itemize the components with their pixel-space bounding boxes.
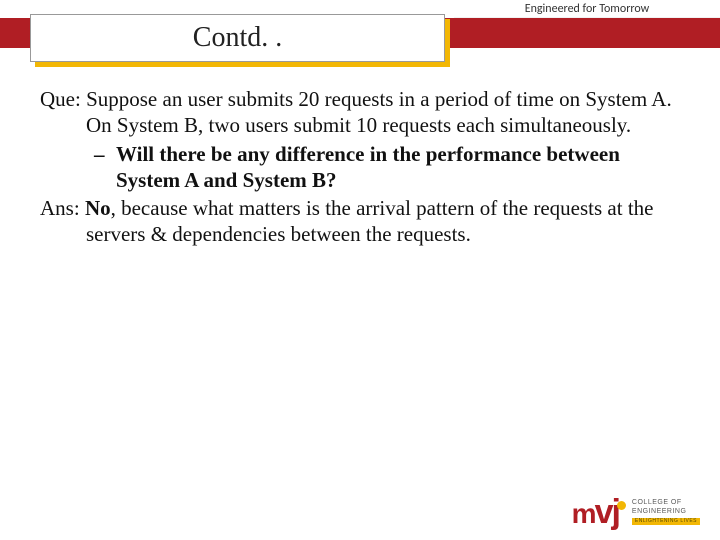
title-tab: Contd. . [30,14,445,62]
question-text: Suppose an user submits 20 requests in a… [86,87,672,137]
answer-block: Ans: No, because what matters is the arr… [40,195,680,248]
question-block: Que: Suppose an user submits 20 requests… [40,86,680,139]
page-title: Contd. . [193,22,282,54]
slide-content: Que: Suppose an user submits 20 requests… [40,86,680,248]
answer-text: , because what matters is the arrival pa… [86,196,653,246]
question-label: Que: [40,87,81,111]
logo-letters-vj: vj [595,493,619,531]
answer-no: No [85,196,111,220]
logo-letter-m: m [572,498,595,529]
question-bullet: – Will there be any difference in the pe… [40,141,680,194]
logo-dot-icon [617,501,626,510]
logo-subtitle: ENLIGHTENING LIVES [632,518,700,526]
header-tagline: Engineered for Tomorrow [454,0,720,18]
logo-line1: COLLEGE OF [632,499,682,506]
bullet-text: Will there be any difference in the perf… [116,142,620,192]
footer-logo: mvj COLLEGE OF ENGINEERING ENLIGHTENING … [572,499,700,526]
logo-line2: ENGINEERING [632,508,687,515]
logo-text: COLLEGE OF ENGINEERING ENLIGHTENING LIVE… [632,499,700,525]
bullet-dash-icon: – [94,141,105,167]
answer-label: Ans: [40,196,80,220]
logo-mark: mvj [572,499,626,526]
